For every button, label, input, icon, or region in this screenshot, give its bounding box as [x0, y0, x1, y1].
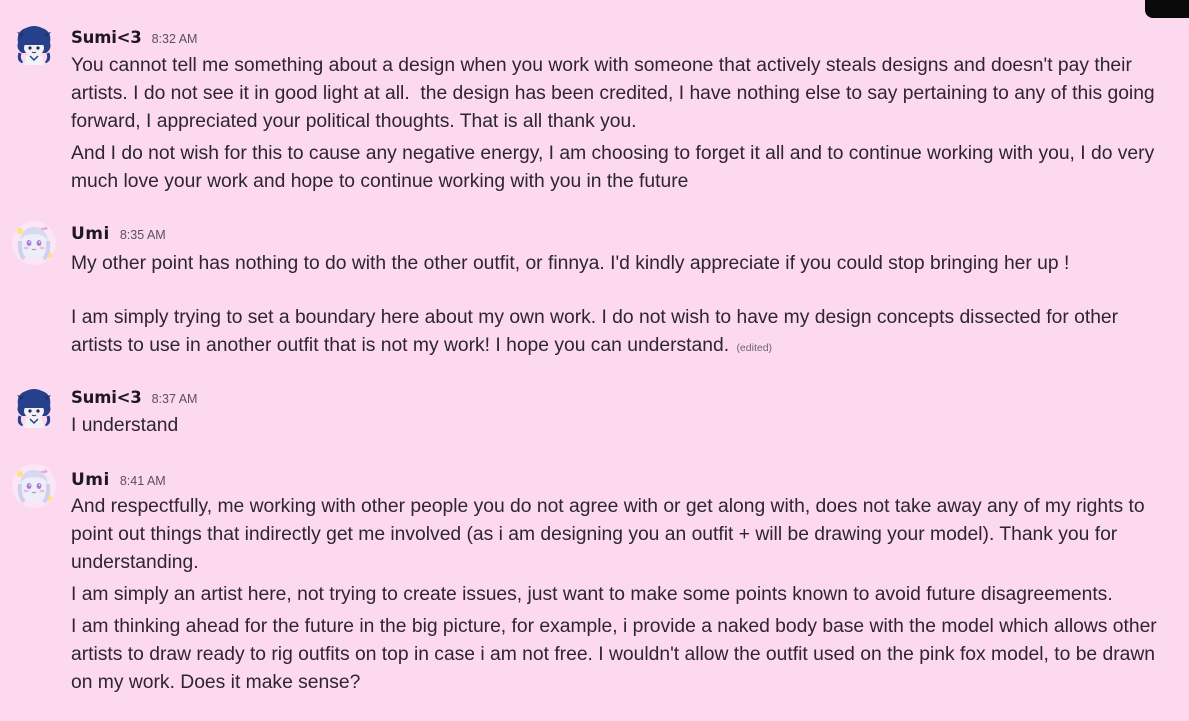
message-text: I understand: [71, 415, 179, 436]
message-text: And respectfully, me working with other …: [71, 496, 1150, 573]
message-text: I am simply trying to set a boundary her…: [71, 304, 1166, 362]
message-header: Umi 8:35 AM: [71, 224, 166, 248]
message-text-body: I am simply trying to set a boundary her…: [71, 307, 1124, 356]
message-text: My other point has nothing to do with th…: [71, 253, 1070, 274]
message-header: Sumi<3 8:32 AM: [71, 28, 197, 52]
message-text: And I do not wish for this to cause any …: [71, 143, 1160, 192]
username[interactable]: Sumi<3: [71, 388, 142, 407]
timestamp[interactable]: 8:37 AM: [152, 392, 198, 406]
message-group-umi-2: Umi 8:41 AM And respectfully, me working…: [0, 462, 1189, 721]
timestamp[interactable]: 8:32 AM: [152, 32, 198, 46]
timestamp[interactable]: 8:41 AM: [120, 474, 166, 488]
pastel-anime-avatar-icon[interactable]: [12, 221, 56, 265]
message-header: Sumi<3 8:37 AM: [71, 388, 197, 412]
message-group-sumi-2: Sumi<3 8:37 AM I understand: [0, 380, 1189, 450]
message-group-umi-1: Umi 8:35 AM My other point has nothing t…: [0, 210, 1189, 360]
message-text: You cannot tell me something about a des…: [71, 55, 1161, 132]
edited-label: (edited): [736, 342, 773, 354]
message-group-sumi-1: Sumi<3 8:32 AM You cannot tell me someth…: [0, 0, 1189, 200]
username[interactable]: Umi: [71, 470, 110, 490]
pastel-anime-avatar-icon[interactable]: [12, 464, 56, 508]
username[interactable]: Sumi<3: [71, 28, 142, 47]
blue-chibi-avatar-icon[interactable]: [12, 23, 56, 67]
message-header: Umi 8:41 AM: [71, 470, 166, 494]
timestamp[interactable]: 8:35 AM: [120, 228, 166, 242]
username[interactable]: Umi: [71, 224, 110, 244]
message-text: I am thinking ahead for the future in th…: [71, 616, 1163, 693]
message-text: I am simply an artist here, not trying t…: [71, 584, 1113, 605]
blue-chibi-avatar-icon[interactable]: [12, 386, 56, 430]
